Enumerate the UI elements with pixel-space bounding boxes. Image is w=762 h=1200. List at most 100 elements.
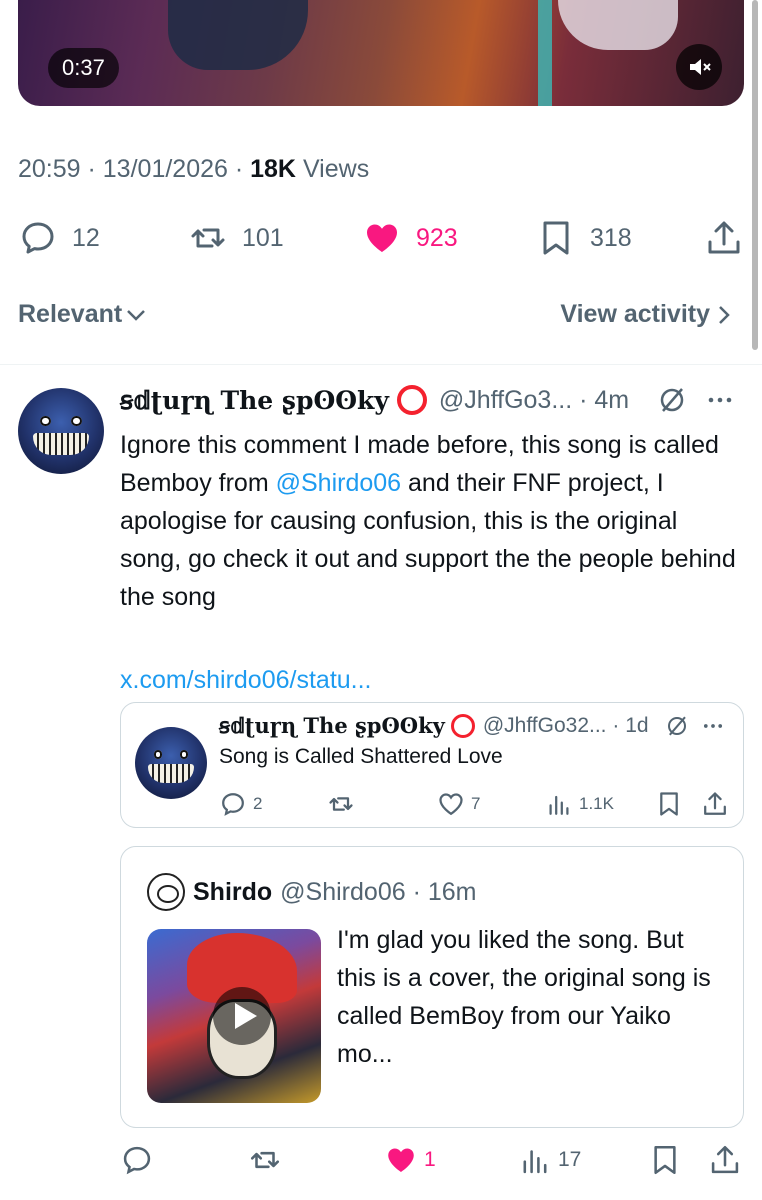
quote-header: Shirdo @Shirdo06 · 16m — [147, 873, 476, 911]
repost-count: 101 — [242, 223, 284, 252]
heart-filled-icon — [388, 1148, 414, 1172]
user-handle[interactable]: @JhffGo3... — [439, 386, 572, 415]
quote-action-bar: 2 7 1.1K — [219, 789, 729, 819]
divider — [0, 364, 762, 365]
mention-link[interactable]: @Shirdo06 — [276, 469, 401, 497]
share-button[interactable] — [708, 1142, 742, 1178]
bookmark-icon — [654, 1145, 676, 1175]
reply-button[interactable]: 12 — [18, 218, 100, 258]
reply-count: 2 — [253, 794, 263, 813]
avatar-eye — [40, 415, 51, 426]
heart-filled-icon — [367, 224, 397, 252]
repost-icon — [329, 797, 353, 811]
video-duration: 0:37 — [48, 48, 119, 88]
tweet-date: 13/01/2026 — [102, 155, 228, 183]
reply-text: Ignore this comment I made before, this … — [120, 431, 736, 611]
share-icon — [708, 221, 740, 254]
repost-icon — [250, 1151, 280, 1169]
views-label: Views — [302, 155, 370, 183]
avatar-eye — [71, 415, 82, 426]
red-circle-emoji — [450, 713, 475, 738]
video-thumbnail[interactable] — [147, 929, 321, 1103]
reply-icon — [22, 222, 54, 254]
user-handle: @Shirdo06 — [280, 877, 406, 906]
reply-icon — [222, 793, 244, 816]
bookmark-icon — [543, 221, 569, 255]
repost-button[interactable]: 101 — [188, 218, 284, 258]
avatar-eye — [153, 750, 163, 759]
play-icon[interactable] — [213, 987, 271, 1045]
mute-button[interactable] — [676, 44, 722, 90]
display-name[interactable]: ꞩ𝕕ʈuɼɳ The ʂpʘʘky — [120, 386, 389, 415]
chevron-right-icon — [719, 305, 730, 324]
heart-icon — [439, 793, 463, 816]
bookmark-button[interactable]: 318 — [536, 218, 632, 258]
reply-icon — [123, 1146, 151, 1175]
avatar-eye — [179, 750, 189, 759]
red-circle-emoji — [396, 385, 427, 415]
speaker-muted-icon — [690, 59, 711, 75]
avatar[interactable] — [18, 388, 104, 474]
avatar — [135, 727, 207, 799]
share-button[interactable] — [704, 218, 744, 258]
user-handle: @JhffGo32... — [482, 713, 607, 737]
repost-button[interactable] — [248, 1142, 282, 1178]
quote-text: I'm glad you liked the song. But this is… — [337, 926, 711, 1068]
share-icon — [704, 792, 726, 815]
repost-icon — [191, 228, 225, 248]
reply-button[interactable] — [120, 1142, 154, 1178]
views-button[interactable]: 17 — [518, 1142, 581, 1178]
quote-time: 16m — [427, 877, 477, 906]
quote-time: 1d — [625, 713, 649, 737]
more-options-icon[interactable] — [701, 714, 725, 738]
replies-sort-dropdown[interactable]: Relevant — [18, 300, 150, 329]
scrollbar[interactable] — [752, 0, 758, 350]
tweet-meta: 20:59 · 13/01/2026 · 18K Views — [18, 155, 370, 183]
tweet-action-bar: 12 101 923 318 — [18, 218, 744, 258]
quoted-tweet[interactable]: Shirdo @Shirdo06 · 16m I'm glad you like… — [120, 846, 744, 1128]
bookmark-count: 318 — [590, 223, 632, 252]
share-icon — [711, 1145, 739, 1174]
reply-count: 12 — [72, 223, 100, 252]
video-frame-shape — [168, 0, 308, 70]
like-button[interactable]: 1 — [384, 1142, 436, 1178]
reply-time: 4m — [594, 385, 630, 414]
reply-button[interactable]: 2 — [219, 789, 262, 819]
avatar-mouth — [147, 764, 195, 784]
video-player[interactable]: 0:37 — [18, 0, 744, 106]
repost-button[interactable] — [327, 789, 355, 819]
grok-icon[interactable] — [657, 385, 687, 415]
quoted-tweet[interactable]: ꞩ𝕕ʈuɼɳ The ʂpʘʘky @JhffGo32... · 1d Song… — [120, 702, 744, 828]
video-frame-shape — [558, 0, 678, 50]
grok-icon[interactable] — [665, 714, 689, 738]
views-count: 18K — [250, 155, 296, 183]
display-name: Shirdo — [193, 877, 273, 906]
view-activity-label: View activity — [560, 300, 710, 328]
quote-text: Song is Called Shattered Love — [219, 745, 503, 768]
views-button[interactable]: 1.1K — [545, 789, 614, 819]
bookmark-icon — [660, 792, 678, 816]
views-count: 17 — [558, 1148, 582, 1171]
more-options-icon[interactable] — [705, 385, 735, 415]
like-count: 923 — [416, 223, 458, 252]
reply-header: ꞩ𝕕ʈuɼɳ The ʂpʘʘky @JhffGo3... · 4m — [120, 380, 744, 420]
bookmark-button[interactable] — [655, 789, 683, 819]
view-activity-link[interactable]: View activity — [560, 300, 738, 329]
reply-tweet: ꞩ𝕕ʈuɼɳ The ʂpʘʘky @JhffGo3... · 4m Ignor… — [120, 380, 744, 695]
sort-label: Relevant — [18, 300, 123, 328]
video-frame-stripe — [538, 0, 552, 106]
bookmark-button[interactable] — [648, 1142, 682, 1178]
tweet-time: 20:59 — [18, 155, 81, 183]
display-name: ꞩ𝕕ʈuɼɳ The ʂpʘʘky — [219, 713, 445, 738]
analytics-icon — [523, 1150, 547, 1174]
status-link[interactable]: x.com/shirdo06/statu... — [120, 666, 744, 695]
analytics-icon — [549, 795, 569, 815]
avatar — [147, 873, 185, 911]
avatar-mouth — [33, 432, 89, 456]
like-button[interactable]: 7 — [437, 789, 480, 819]
like-button[interactable]: 923 — [362, 218, 458, 258]
chevron-down-icon — [127, 309, 146, 321]
share-button[interactable] — [701, 789, 729, 819]
like-count: 1 — [424, 1148, 436, 1171]
views-count: 1.1K — [579, 794, 614, 813]
